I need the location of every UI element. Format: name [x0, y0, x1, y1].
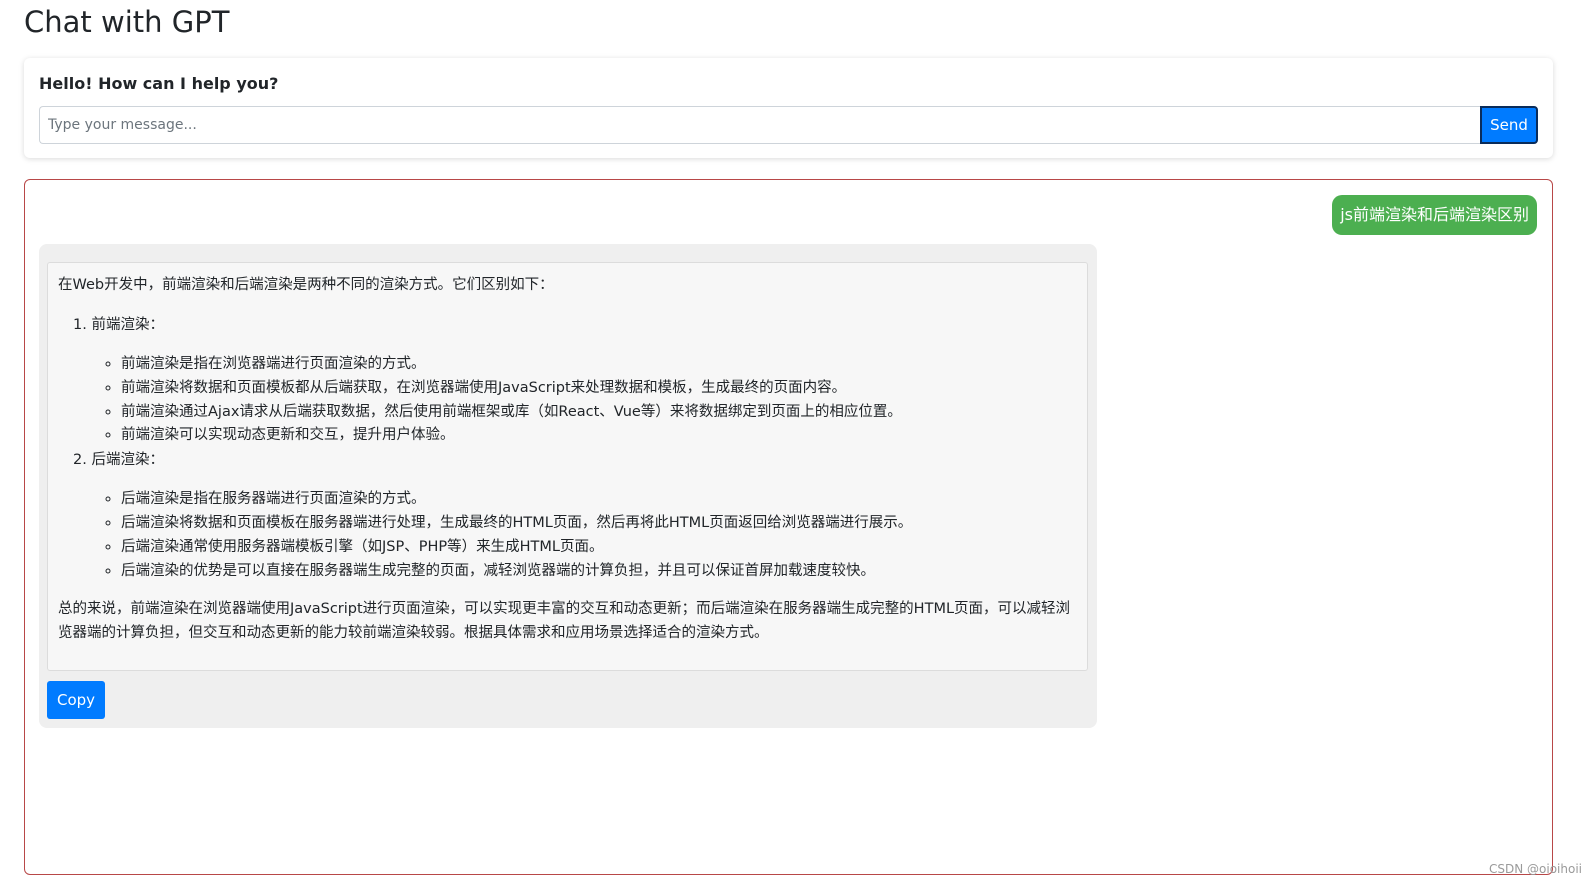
- backend-bullet-list: 后端渲染是指在服务器端进行页面渲染的方式。 后端渲染将数据和页面模板在服务器端进…: [58, 488, 1077, 583]
- user-message-bubble: js前端渲染和后端渲染区别: [1332, 195, 1537, 235]
- section-title-frontend: 1. 前端渲染：: [73, 317, 164, 333]
- send-button[interactable]: Send: [1480, 106, 1538, 144]
- list-item: 前端渲染是指在浏览器端进行页面渲染的方式。: [121, 353, 1077, 377]
- bot-reply-content: 在Web开发中，前端渲染和后端渲染是两种不同的渲染方式。它们区别如下： 1. 前…: [47, 262, 1088, 671]
- section-title-backend: 2. 后端渲染：: [73, 452, 164, 469]
- copy-button[interactable]: Copy: [47, 681, 105, 719]
- chat-window[interactable]: js前端渲染和后端渲染区别 在Web开发中，前端渲染和后端渲染是两种不同的渲染方…: [24, 179, 1553, 875]
- list-item: 后端渲染将数据和页面模板在服务器端进行处理，生成最终的HTML页面，然后再将此H…: [121, 512, 1077, 536]
- message-input[interactable]: [39, 106, 1481, 144]
- bot-message-bubble: 在Web开发中，前端渲染和后端渲染是两种不同的渲染方式。它们区别如下： 1. 前…: [39, 244, 1097, 728]
- reply-summary: 总的来说，前端渲染在浏览器端使用JavaScript进行页面渲染，可以实现更丰富…: [58, 601, 1071, 642]
- message-input-card: Hello! How can I help you? Send: [24, 58, 1553, 158]
- list-item: 前端渲染通过Ajax请求从后端获取数据，然后使用前端框架或库（如React、Vu…: [121, 401, 1077, 425]
- page-title: Chat with GPT: [24, 5, 230, 39]
- reply-intro: 在Web开发中，前端渲染和后端渲染是两种不同的渲染方式。它们区别如下：: [58, 277, 554, 293]
- list-item: 前端渲染将数据和页面模板都从后端获取，在浏览器端使用JavaScript来处理数…: [121, 377, 1077, 401]
- list-item: 后端渲染通常使用服务器端模板引擎（如JSP、PHP等）来生成HTML页面。: [121, 536, 1077, 560]
- frontend-bullet-list: 前端渲染是指在浏览器端进行页面渲染的方式。 前端渲染将数据和页面模板都从后端获取…: [58, 353, 1077, 448]
- list-item: 前端渲染可以实现动态更新和交互，提升用户体验。: [121, 424, 1077, 448]
- list-item: 后端渲染是指在服务器端进行页面渲染的方式。: [121, 488, 1077, 512]
- prompt-label: Hello! How can I help you?: [39, 74, 279, 93]
- watermark: CSDN @oioihoii: [1489, 862, 1582, 876]
- list-item: 后端渲染的优势是可以直接在服务器端生成完整的页面，减轻浏览器端的计算负担，并且可…: [121, 560, 1077, 584]
